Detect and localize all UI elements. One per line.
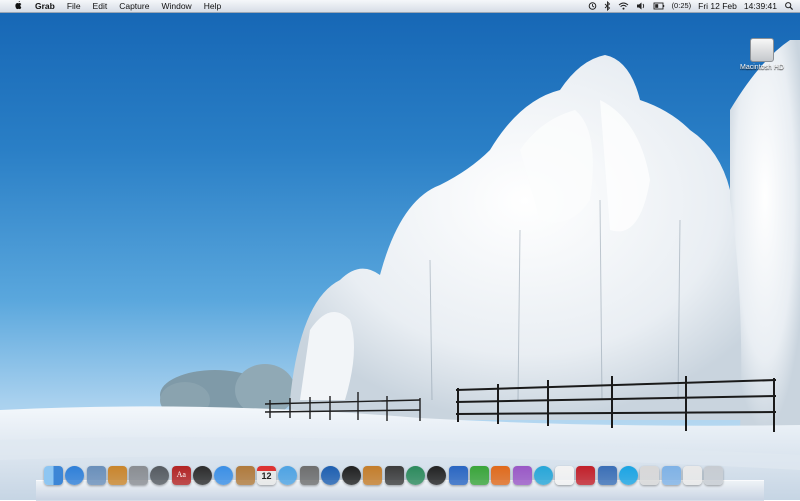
spotlight-search-icon[interactable] [784,0,794,12]
hard-drive-icon[interactable] [750,38,774,62]
safari-icon[interactable] [65,466,85,485]
dictionary-label: Aa [176,470,186,479]
imovie-icon[interactable] [299,466,319,485]
textedit-icon[interactable] [555,466,575,485]
macintosh-hd-drive[interactable]: Macintosh HD [734,38,790,71]
menu-file[interactable]: File [61,0,87,13]
finder-icon[interactable] [44,466,63,485]
dock: Aa 12 [36,466,764,501]
excel-icon[interactable] [469,466,489,485]
system-preferences-icon[interactable] [129,466,149,485]
volume-icon[interactable] [636,0,646,12]
iphoto-icon[interactable] [107,466,127,485]
time-machine-icon[interactable] [588,0,597,12]
desktop [0,0,800,500]
applications-folder-icon[interactable] [661,466,681,485]
battery-time: (0:25) [671,1,692,10]
spaces-icon[interactable] [384,466,404,485]
trash-icon[interactable] [704,466,724,485]
garageband-icon[interactable] [363,466,383,485]
dock-icons: Aa 12 [44,466,724,485]
dictionary-icon[interactable]: Aa [171,466,191,485]
network-icon[interactable] [597,466,617,485]
ichat-icon[interactable] [214,466,234,485]
book-app-icon[interactable] [576,466,596,485]
apple-icon [15,0,22,10]
messenger-icon[interactable] [533,466,553,485]
battery-icon[interactable] [653,0,665,12]
photo-booth-icon[interactable] [427,466,447,485]
wifi-icon[interactable] [618,0,629,12]
menu-bar: Grab File Edit Capture Window Help (0:25… [0,0,800,13]
menubar-clock[interactable]: 14:39:41 [744,0,777,12]
entourage-icon[interactable] [512,466,532,485]
menu-edit[interactable]: Edit [87,0,114,13]
ical-icon[interactable]: 12 [256,466,276,485]
dvd-player-icon[interactable] [150,466,170,485]
menubar-date[interactable]: Fri 12 Feb [698,0,737,12]
drive-label: Macintosh HD [740,64,784,71]
quicktime-icon[interactable] [320,466,340,485]
preview-icon[interactable] [86,466,106,485]
bluetooth-icon[interactable] [604,0,611,12]
front-row-icon[interactable] [342,466,362,485]
apple-menu[interactable] [8,0,29,13]
documents-stack-icon[interactable] [682,466,702,485]
menu-help[interactable]: Help [198,0,227,13]
itunes-icon[interactable] [278,466,298,485]
menu-window[interactable]: Window [155,0,197,13]
time-machine-app-icon[interactable] [406,466,426,485]
winter-wallpaper [0,40,800,500]
dashboard-icon[interactable] [193,466,213,485]
app-menu-grab[interactable]: Grab [29,0,61,13]
skype-icon[interactable] [619,466,639,485]
powerpoint-icon[interactable] [491,466,511,485]
address-book-icon[interactable] [235,466,255,485]
script-icon[interactable] [640,466,660,485]
word-icon[interactable] [448,466,468,485]
menu-capture[interactable]: Capture [113,0,155,13]
ical-day: 12 [261,471,272,481]
